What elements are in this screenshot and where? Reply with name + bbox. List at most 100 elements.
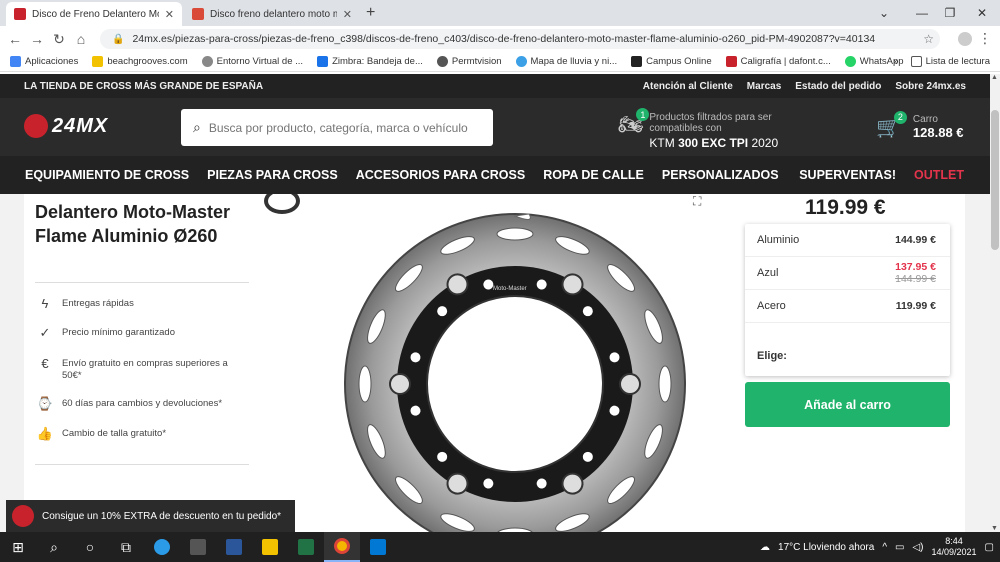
bookmark-beachgrooves[interactable]: beachgrooves.com bbox=[92, 56, 188, 67]
vehicle-count-badge: 1 bbox=[636, 108, 650, 121]
add-to-cart-button[interactable]: Añade al carro bbox=[745, 382, 950, 427]
tab-search-icon[interactable]: ⌄ bbox=[866, 0, 902, 26]
lock-icon: 🔒 bbox=[112, 33, 125, 45]
search-favicon-icon bbox=[192, 8, 204, 20]
bookmark-zimbra[interactable]: Zimbra: Bandeja de... bbox=[317, 56, 423, 67]
task-view-icon[interactable]: ⧉ bbox=[108, 532, 144, 562]
calculator-icon[interactable] bbox=[180, 532, 216, 562]
bookmark-star-icon[interactable]: ☆ bbox=[923, 32, 934, 46]
reading-list-button[interactable]: Lista de lectura bbox=[910, 56, 990, 67]
volume-icon[interactable]: ◁) bbox=[912, 542, 923, 553]
link-about[interactable]: Sobre 24mx.es bbox=[895, 81, 966, 92]
benefit-price-guarantee: ✓ Precio mínimo garantizado bbox=[36, 325, 246, 340]
motocross-bike-icon: 🏍 1 bbox=[618, 108, 650, 137]
scroll-down-icon[interactable]: ▼ bbox=[991, 525, 998, 532]
clock[interactable]: 8:44 14/09/2021 bbox=[932, 536, 977, 558]
nav-superventas[interactable]: SUPERVENTAS! bbox=[799, 168, 896, 182]
notifications-icon[interactable]: ▢ bbox=[985, 542, 994, 553]
variant-option-aluminio[interactable]: Aluminio 144.99 € bbox=[745, 224, 950, 257]
link-order-status[interactable]: Estado del pedido bbox=[795, 81, 881, 92]
close-tab-icon[interactable]: ✕ bbox=[343, 8, 352, 21]
nav-piezas[interactable]: PIEZAS PARA CROSS bbox=[207, 168, 338, 182]
bookmark-entorno-virtual[interactable]: Entorno Virtual de ... bbox=[201, 56, 303, 67]
excel-icon[interactable] bbox=[288, 532, 324, 562]
watch-icon: ⌚ bbox=[36, 396, 54, 411]
edge-icon[interactable] bbox=[144, 532, 180, 562]
cart-icon: 🛒 2 bbox=[876, 110, 907, 140]
profile-avatar-icon[interactable] bbox=[958, 32, 972, 46]
thumbs-up-icon: 👍 bbox=[36, 426, 54, 441]
url-bar[interactable]: 🔒 24mx.es/piezas-para-cross/piezas-de-fr… bbox=[100, 29, 940, 49]
scrollbar-thumb[interactable] bbox=[991, 110, 999, 250]
variant-option-acero[interactable]: Acero 119.99 € bbox=[745, 290, 950, 323]
scroll-up-icon[interactable]: ▲ bbox=[991, 74, 998, 81]
nav-personalizados[interactable]: PERSONALIZADOS bbox=[662, 168, 779, 182]
globe-icon bbox=[436, 56, 448, 67]
windows-start-icon[interactable]: ⊞ bbox=[0, 532, 36, 562]
reload-icon[interactable]: ↻ bbox=[48, 31, 70, 48]
close-tab-icon[interactable]: ✕ bbox=[165, 8, 174, 21]
new-tab-button[interactable]: + bbox=[366, 4, 375, 22]
page-scrollbar[interactable]: ▲ ▼ bbox=[990, 74, 1000, 532]
discount-promo-banner[interactable]: Consigue un 10% EXTRA de descuento en tu… bbox=[6, 500, 295, 532]
campus-icon bbox=[631, 56, 643, 67]
nav-ropa-calle[interactable]: ROPA DE CALLE bbox=[543, 168, 644, 182]
bookmark-apps[interactable]: Aplicaciones bbox=[10, 56, 78, 67]
cortana-icon[interactable]: ○ bbox=[72, 532, 108, 562]
nav-outlet[interactable]: OUTLET bbox=[914, 168, 964, 182]
chrome-icon[interactable] bbox=[324, 532, 360, 562]
store-slogan: LA TIENDA DE CROSS MÁS GRANDE DE ESPAÑA bbox=[24, 80, 264, 92]
weather-icon[interactable]: ☁ bbox=[760, 542, 770, 553]
address-toolbar: ← → ↻ ⌂ 🔒 24mx.es/piezas-para-cross/piez… bbox=[0, 26, 1000, 52]
product-content: Delantero Moto-Master Flame Aluminio Ø26… bbox=[0, 194, 990, 532]
weather-text[interactable]: 17°C Lloviendo ahora bbox=[778, 542, 874, 553]
url-text: 24mx.es/piezas-para-cross/piezas-de-fren… bbox=[132, 33, 876, 45]
product-thumbnail[interactable] bbox=[264, 194, 300, 214]
nav-accesorios[interactable]: ACCESORIOS PARA CROSS bbox=[356, 168, 525, 182]
maximize-icon[interactable]: ❐ bbox=[932, 0, 968, 26]
word-icon[interactable] bbox=[216, 532, 252, 562]
close-window-icon[interactable]: ✕ bbox=[964, 0, 1000, 26]
network-icon[interactable]: ▭ bbox=[895, 542, 904, 553]
forward-icon[interactable]: → bbox=[26, 31, 48, 47]
variant-option-azul[interactable]: Azul 137.95 € 144.99 € bbox=[745, 257, 950, 290]
back-icon[interactable]: ← bbox=[4, 31, 26, 47]
link-customer-service[interactable]: Atención al Cliente bbox=[643, 81, 733, 92]
search-input[interactable] bbox=[208, 120, 469, 135]
tray-chevron-icon[interactable]: ^ bbox=[882, 542, 887, 553]
file-explorer-icon[interactable] bbox=[252, 532, 288, 562]
bookmark-campus-online[interactable]: Campus Online bbox=[631, 56, 712, 67]
site-header: 24MX ⌕ 🏍1 Productos filtrados para ser c… bbox=[0, 98, 990, 156]
browser-menu-icon[interactable]: ⋮ bbox=[978, 30, 992, 47]
top-info-strip: LA TIENDA DE CROSS MÁS GRANDE DE ESPAÑA … bbox=[0, 74, 990, 98]
vehicle-filter[interactable]: 🏍 1 Productos filtrados para ser compatib… bbox=[618, 108, 789, 150]
checkmark-badge-icon: ✓ bbox=[39, 325, 51, 340]
brake-disc-image[interactable]: Moto-Master bbox=[305, 194, 725, 532]
bookmark-dafont[interactable]: Caligrafía | dafont.c... bbox=[725, 56, 831, 67]
zimbra-icon bbox=[317, 56, 329, 67]
globe-icon bbox=[201, 56, 213, 67]
fullscreen-icon[interactable]: ⛶ bbox=[693, 194, 701, 209]
reading-list-icon bbox=[910, 56, 922, 67]
dafont-icon bbox=[725, 56, 737, 67]
bookmark-permtvision[interactable]: Permtvision bbox=[436, 56, 502, 67]
nav-equipamiento[interactable]: EQUIPAMIENTO DE CROSS bbox=[25, 168, 189, 182]
cart-count-badge: 2 bbox=[893, 110, 907, 124]
tab-product-page[interactable]: Disco de Freno Delantero Moto-M ✕ bbox=[6, 2, 182, 26]
cart-button[interactable]: 🛒 2 Carro 128.88 € bbox=[876, 110, 964, 140]
site-logo[interactable]: 24MX bbox=[24, 114, 108, 138]
promo-disc-icon bbox=[12, 505, 34, 527]
search-box[interactable]: ⌕ bbox=[181, 109, 493, 146]
tab-search-results[interactable]: Disco freno delantero moto más ✕ bbox=[184, 2, 360, 26]
outlook-icon[interactable] bbox=[360, 532, 396, 562]
product-info-column: Delantero Moto-Master Flame Aluminio Ø26… bbox=[24, 194, 305, 532]
system-tray: ☁ 17°C Lloviendo ahora ^ ▭ ◁) 8:44 14/09… bbox=[760, 532, 994, 562]
variant-sale-price: 137.95 € bbox=[895, 261, 936, 273]
bookmark-mapa-lluvia[interactable]: Mapa de lluvia y ni... bbox=[515, 56, 617, 67]
home-icon[interactable]: ⌂ bbox=[70, 31, 92, 47]
link-brands[interactable]: Marcas bbox=[747, 81, 781, 92]
search-icon[interactable]: ⌕ bbox=[36, 532, 72, 562]
disc-brand-label: Moto-Master bbox=[493, 286, 527, 292]
more-bookmarks-icon[interactable]: » bbox=[893, 56, 898, 67]
variant-dropdown: Aluminio 144.99 € Azul 137.95 € 144.99 €… bbox=[745, 224, 950, 376]
